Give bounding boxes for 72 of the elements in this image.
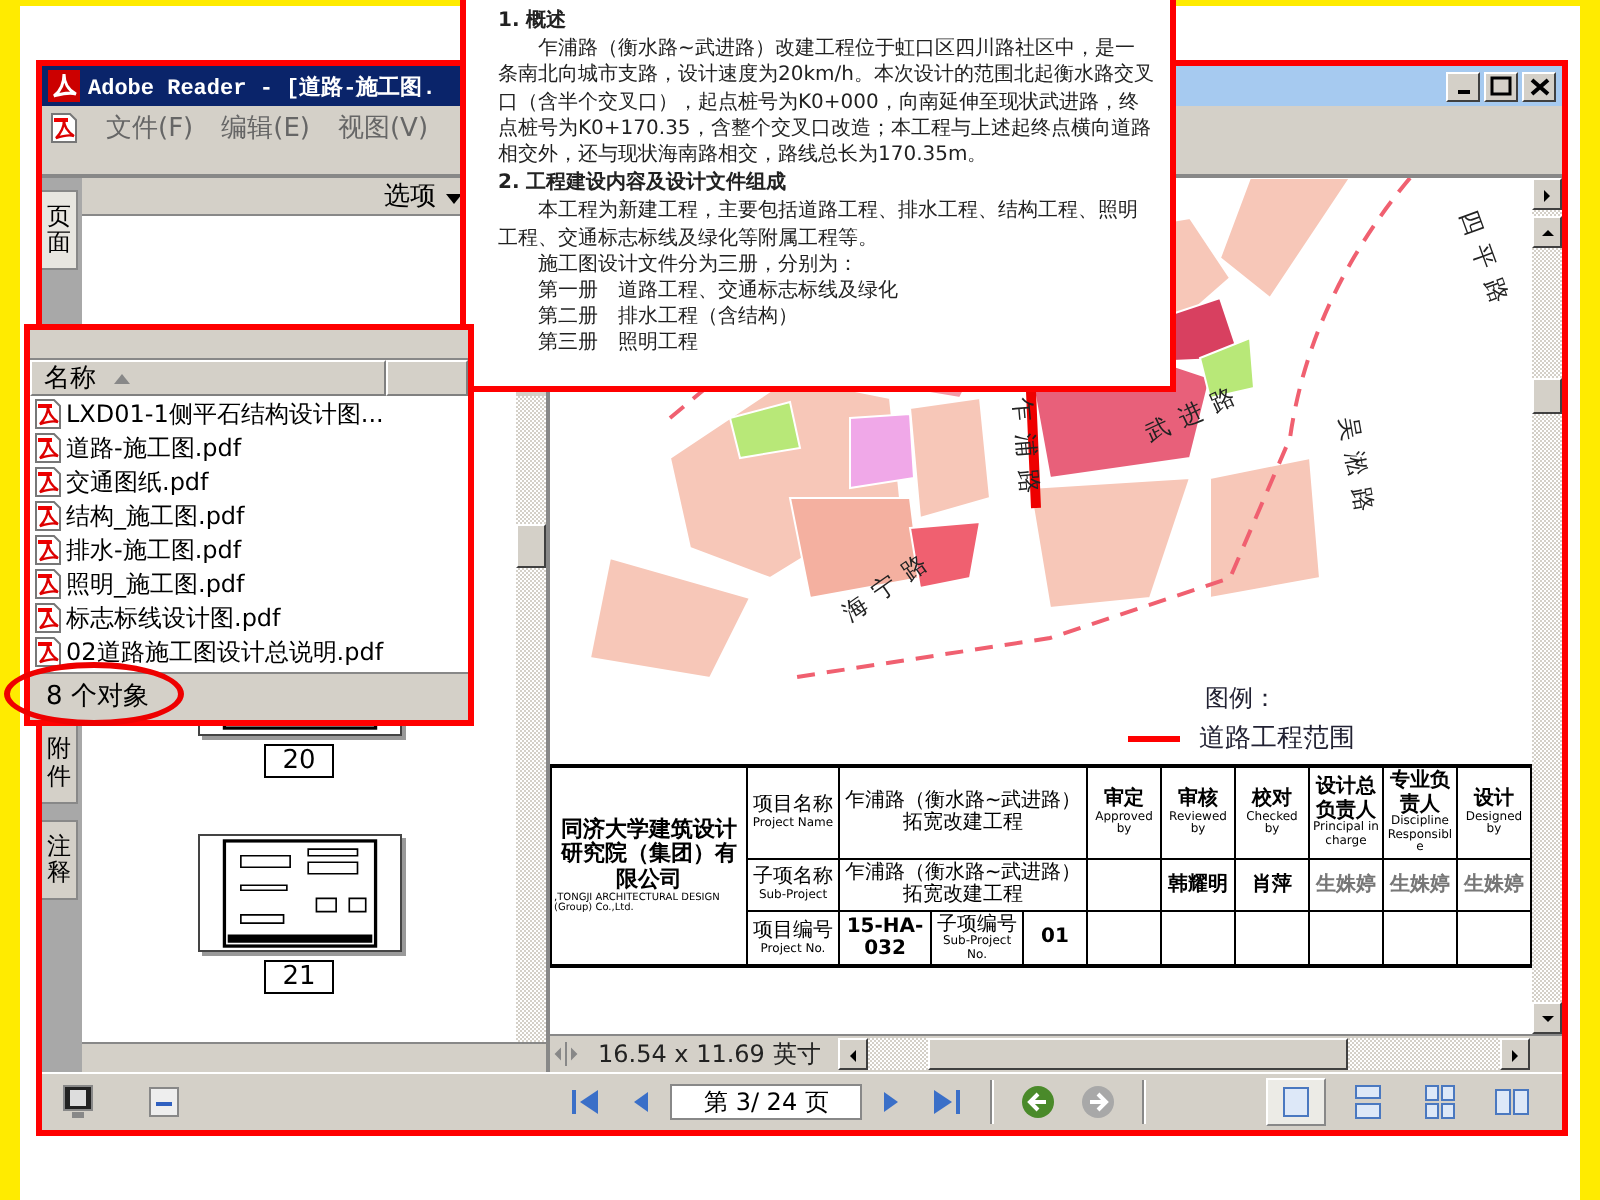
- table-cell: 乍浦路（衡水路~武进路）拓宽改建工程: [839, 766, 1088, 859]
- page-thumbnail[interactable]: [197, 833, 401, 952]
- last-page-icon: [928, 1086, 964, 1118]
- legend-label: 道路工程范围: [1199, 722, 1355, 756]
- page-layout-icon: [1494, 1084, 1530, 1120]
- page-size-label: 16.54 x 11.69 英寸: [596, 1037, 823, 1071]
- paragraph: 第三册 照明工程: [536, 330, 700, 357]
- table-cell: 乍浦路（衡水路~武进路）拓宽改建工程: [839, 858, 1088, 911]
- menu-item[interactable]: 视图(V): [337, 110, 429, 146]
- table-cell: 肖萍: [1235, 858, 1309, 911]
- app-logo-icon: [48, 70, 80, 102]
- paragraph: 第二册 排水工程（含结构）: [536, 304, 800, 331]
- file-name[interactable]: 02道路施工图设计总说明.pdf: [66, 635, 384, 670]
- pane-icon: [148, 1086, 180, 1118]
- menu-item[interactable]: 文件(F): [106, 110, 194, 146]
- scroll-thumb[interactable]: [1532, 378, 1562, 414]
- page-layout-icon: [1350, 1084, 1386, 1120]
- column-header[interactable]: [386, 359, 468, 396]
- column-header[interactable]: 名称: [30, 359, 386, 396]
- page-number-field[interactable]: 第 3/ 24 页: [670, 1084, 862, 1120]
- file-name[interactable]: 交通图纸.pdf: [66, 465, 209, 500]
- table-cell: 生姝婷: [1308, 858, 1383, 911]
- page-number-label: 21: [264, 960, 334, 994]
- maximize-icon: [1490, 76, 1512, 96]
- paragraph: 本工程为新建工程，主要包括道路工程、排水工程、结构工程、照明工程、交通标志标线及绿化等附属工程等。: [498, 198, 1140, 252]
- caret-icon: [446, 194, 462, 204]
- file-name[interactable]: LXD01-1侧平石结构设计图...: [66, 397, 384, 432]
- table-cell: [1087, 858, 1162, 911]
- scrollbar[interactable]: [1532, 178, 1562, 1034]
- object-count: 8 个对象: [46, 680, 149, 715]
- pdf-menu-icon: [50, 112, 78, 144]
- paragraph: 第一册 道路工程、交通标志标线及绿化: [536, 277, 900, 305]
- scrollbar[interactable]: [838, 1038, 1530, 1070]
- road-label: 武进路: [1140, 376, 1251, 448]
- scrollbar[interactable]: [516, 396, 546, 1042]
- file-name[interactable]: 照明_施工图.pdf: [66, 567, 245, 602]
- minimize-icon: [1457, 90, 1469, 94]
- page-layout-icon: [1278, 1084, 1314, 1120]
- file-name[interactable]: 标志标线设计图.pdf: [66, 601, 281, 636]
- page-layout-icon: [1422, 1084, 1458, 1120]
- section-heading: 2. 工程建设内容及设计文件组成: [498, 170, 789, 197]
- legend-title: 图例：: [1205, 682, 1277, 716]
- section-heading: 1. 概述: [498, 8, 569, 35]
- road-label: 乍浦路: [1008, 396, 1046, 507]
- close-button[interactable]: [1522, 71, 1556, 101]
- split-handle-icon[interactable]: [550, 1040, 582, 1068]
- options-menu[interactable]: 选项: [384, 178, 462, 214]
- road-label: 海宁路: [837, 542, 942, 627]
- sort-triangle-icon: [112, 371, 132, 384]
- close-icon: [1529, 77, 1549, 95]
- scroll-thumb[interactable]: [516, 524, 546, 568]
- side-tab[interactable]: 页面: [42, 190, 78, 271]
- road-label: 吴淞路: [1334, 414, 1381, 526]
- scroll-thumb[interactable]: [928, 1038, 1348, 1070]
- table-cell: 生姝婷: [1382, 858, 1457, 911]
- file-name[interactable]: 排水-施工图.pdf: [66, 533, 242, 568]
- road-label: 四平路: [1454, 206, 1518, 318]
- paragraph: 施工图设计文件分为三册，分别为：: [536, 251, 860, 278]
- minimize-button[interactable]: [1446, 71, 1480, 101]
- paragraph: 乍浦路（衡水路~武进路）改建工程位于虹口区四川路社区中，是一条南北向城市支路，设计速度为20km/h。本次设计的范围北起衡水路交叉口（含半个交叉口），起点桩号为K0+000，向南延伸至现状武进路，终点桩号为K0+170.35，含整个交叉口改造；本工程与上述起终点横向道路相交外，还与现状海南路相交，路线总长为170.35m。: [498, 36, 1154, 169]
- page-number-label: 20: [264, 743, 334, 777]
- page-layout-button[interactable]: [1266, 1078, 1326, 1126]
- side-tab[interactable]: 注释: [42, 819, 78, 901]
- menu-item[interactable]: 编辑(E): [221, 110, 310, 146]
- maximize-button[interactable]: [1484, 71, 1518, 101]
- side-tab[interactable]: 附件: [42, 722, 78, 804]
- first-page-icon: [568, 1086, 604, 1118]
- table-cell: 韩耀明: [1161, 858, 1235, 911]
- monitor-icon: [60, 1084, 96, 1120]
- file-name[interactable]: 结构_施工图.pdf: [66, 499, 245, 534]
- file-name[interactable]: 道路-施工图.pdf: [66, 431, 242, 466]
- window-title: Adobe Reader - [道路-施工图.: [88, 73, 436, 101]
